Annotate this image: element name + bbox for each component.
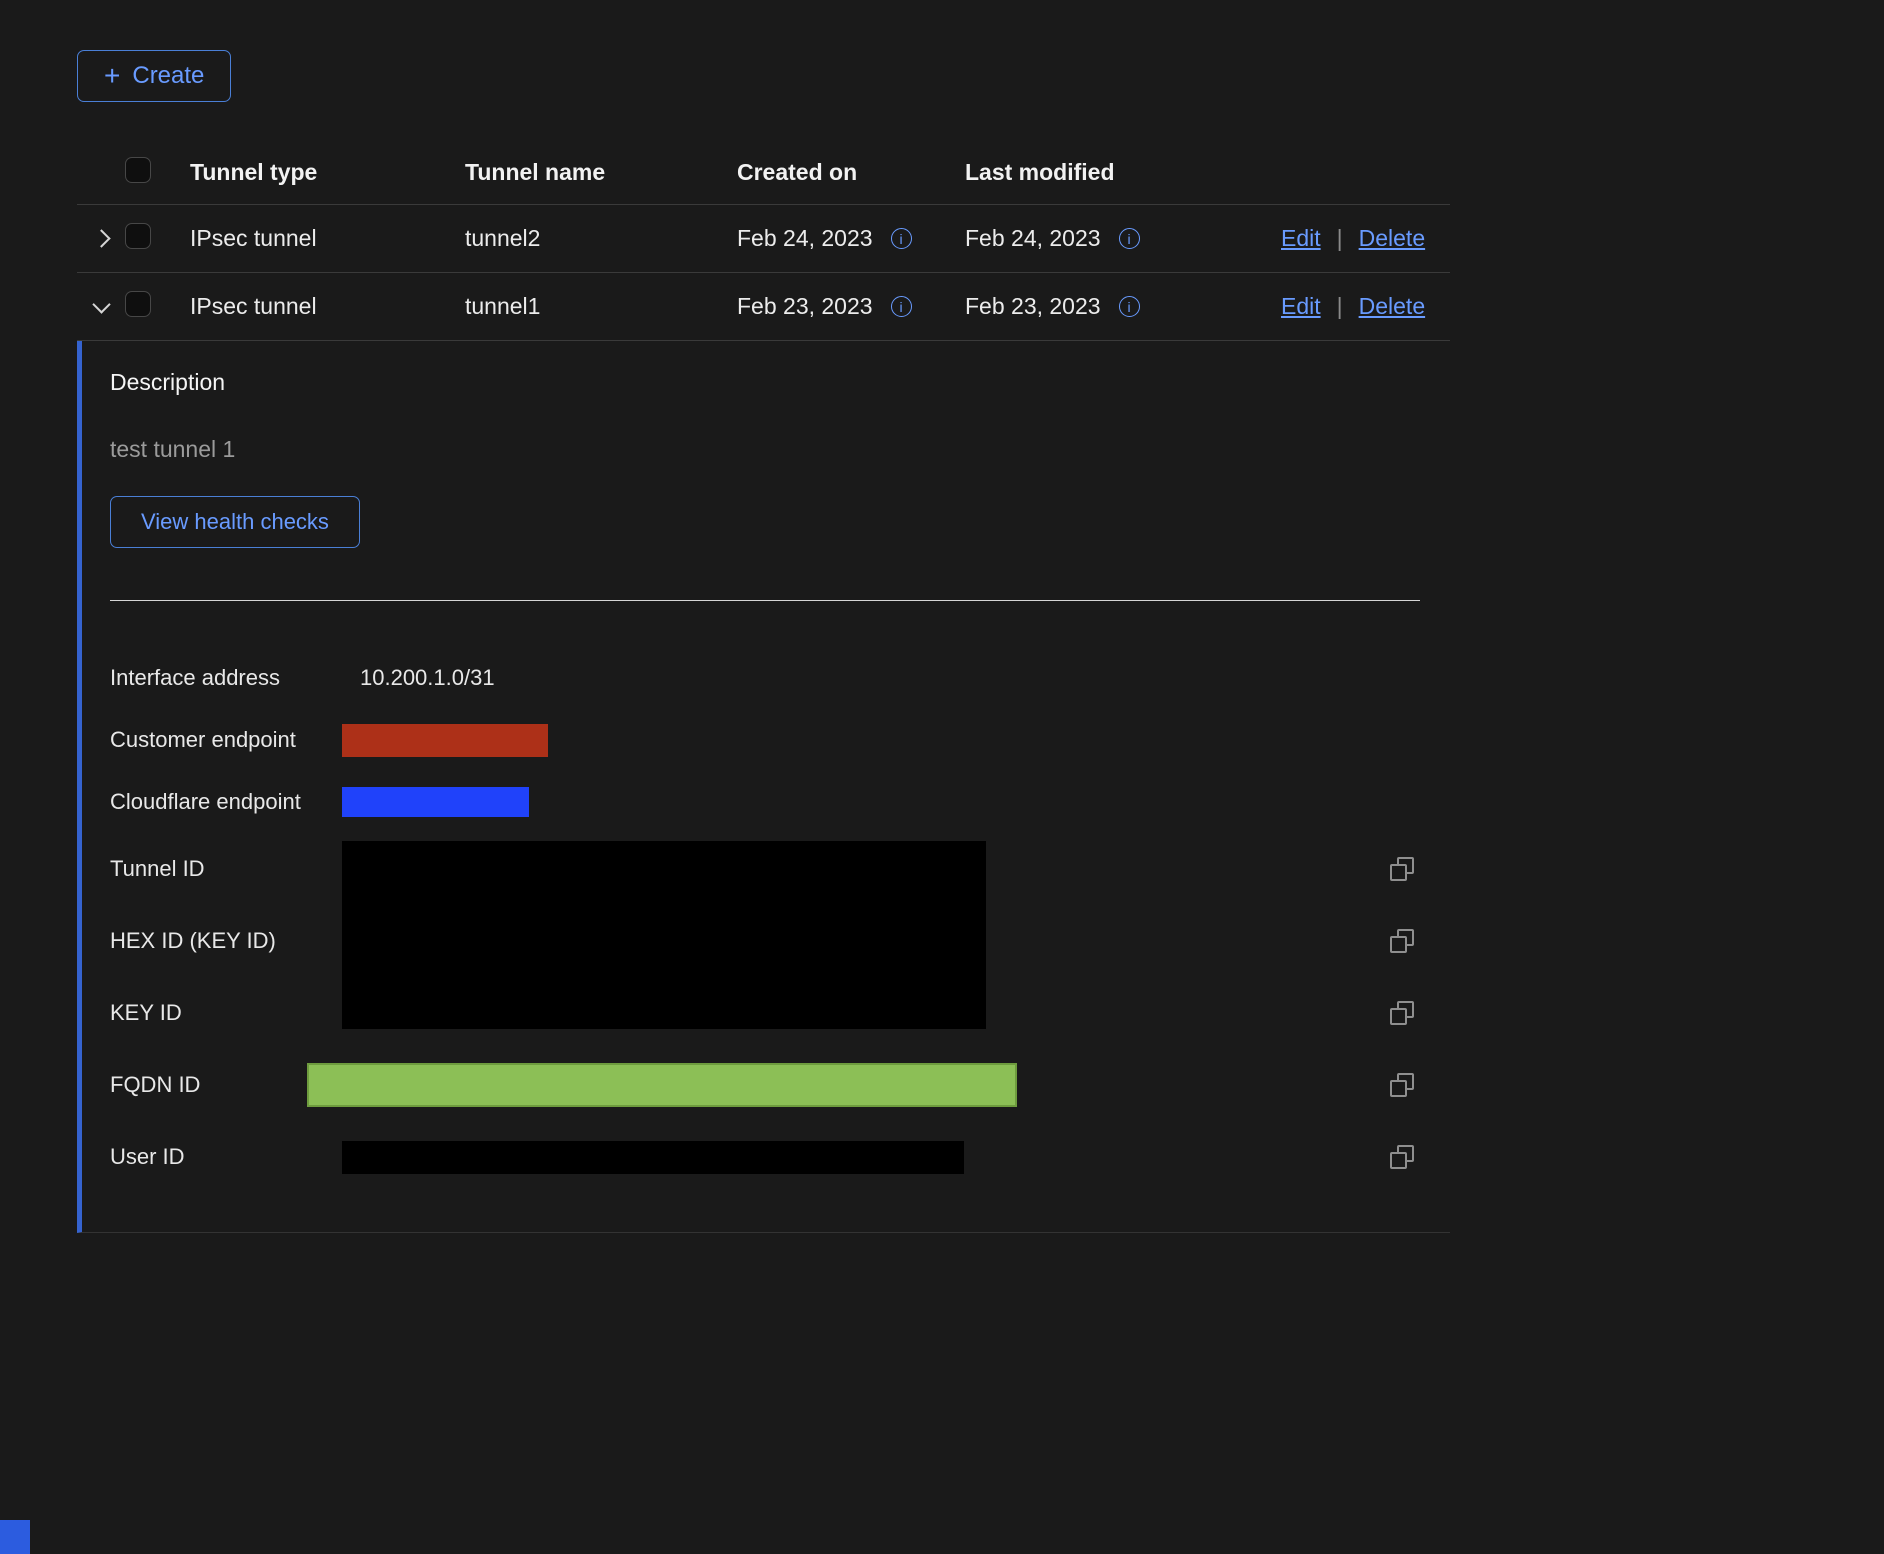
- tunnel-name-cell: tunnel1: [465, 293, 737, 320]
- field-label: Customer endpoint: [110, 727, 342, 753]
- divider: [110, 600, 1420, 601]
- tunnel-table: Tunnel type Tunnel name Created on Last …: [77, 141, 1450, 341]
- select-all-checkbox[interactable]: [125, 157, 151, 183]
- info-icon[interactable]: i: [1119, 296, 1140, 317]
- row-checkbox[interactable]: [125, 223, 151, 249]
- copy-icon[interactable]: [1390, 1001, 1414, 1025]
- plus-icon: +: [104, 62, 120, 90]
- edit-link[interactable]: Edit: [1281, 293, 1321, 320]
- tunnel-type-cell: IPsec tunnel: [190, 225, 465, 252]
- redacted-value: [342, 787, 529, 817]
- info-icon[interactable]: i: [1119, 228, 1140, 249]
- expand-row-button[interactable]: [77, 232, 125, 245]
- field-fqdn-id: FQDN ID: [110, 1049, 1420, 1121]
- field-interface-address: Interface address 10.200.1.0/31: [110, 647, 1420, 709]
- description-value: test tunnel 1: [110, 436, 1450, 463]
- last-modified-cell: Feb 24, 2023: [965, 225, 1101, 252]
- view-health-checks-button[interactable]: View health checks: [110, 496, 360, 548]
- action-separator: |: [1337, 293, 1343, 320]
- field-label: Cloudflare endpoint: [110, 789, 342, 815]
- field-label: HEX ID (KEY ID): [110, 928, 342, 954]
- created-on-cell: Feb 23, 2023: [737, 293, 873, 320]
- description-label: Description: [110, 369, 1450, 396]
- field-label: Tunnel ID: [110, 856, 342, 882]
- field-label: Interface address: [110, 665, 342, 691]
- bottom-accent-bar: [0, 1520, 30, 1554]
- tunnel-detail-panel: Description test tunnel 1 View health ch…: [77, 341, 1450, 1233]
- header-last-modified: Last modified: [965, 159, 1281, 186]
- field-label: KEY ID: [110, 1000, 342, 1026]
- field-customer-endpoint: Customer endpoint: [110, 709, 1420, 771]
- header-tunnel-name: Tunnel name: [465, 159, 737, 186]
- delete-link[interactable]: Delete: [1359, 225, 1425, 252]
- detail-fields: Interface address 10.200.1.0/31 Customer…: [110, 647, 1420, 1193]
- created-on-cell: Feb 24, 2023: [737, 225, 873, 252]
- tunnel-type-cell: IPsec tunnel: [190, 293, 465, 320]
- field-cloudflare-endpoint: Cloudflare endpoint: [110, 771, 1420, 833]
- info-icon[interactable]: i: [891, 296, 912, 317]
- chevron-right-icon: [92, 229, 110, 247]
- redacted-value: [342, 724, 548, 757]
- field-user-id: User ID: [110, 1121, 1420, 1193]
- action-separator: |: [1337, 225, 1343, 252]
- tunnel-name-cell: tunnel2: [465, 225, 737, 252]
- copy-icon[interactable]: [1390, 929, 1414, 953]
- info-icon[interactable]: i: [891, 228, 912, 249]
- table-row: IPsec tunnel tunnel2 Feb 24, 2023 i Feb …: [77, 205, 1450, 273]
- chevron-down-icon: [92, 295, 110, 313]
- header-created-on: Created on: [737, 159, 965, 186]
- redacted-value: [307, 1063, 1017, 1107]
- field-label: User ID: [110, 1144, 342, 1170]
- field-value: 10.200.1.0/31: [342, 665, 495, 691]
- collapse-row-button[interactable]: [77, 302, 125, 311]
- redacted-value-block: [342, 841, 986, 1029]
- table-row: IPsec tunnel tunnel1 Feb 23, 2023 i Feb …: [77, 273, 1450, 341]
- last-modified-cell: Feb 23, 2023: [965, 293, 1101, 320]
- create-button[interactable]: + Create: [77, 50, 231, 102]
- copy-icon[interactable]: [1390, 1145, 1414, 1169]
- table-header-row: Tunnel type Tunnel name Created on Last …: [77, 141, 1450, 205]
- header-tunnel-type: Tunnel type: [190, 159, 465, 186]
- copy-icon[interactable]: [1390, 1073, 1414, 1097]
- copy-icon[interactable]: [1390, 857, 1414, 881]
- row-checkbox[interactable]: [125, 291, 151, 317]
- create-button-label: Create: [132, 62, 204, 90]
- edit-link[interactable]: Edit: [1281, 225, 1321, 252]
- redacted-value: [342, 1141, 964, 1174]
- delete-link[interactable]: Delete: [1359, 293, 1425, 320]
